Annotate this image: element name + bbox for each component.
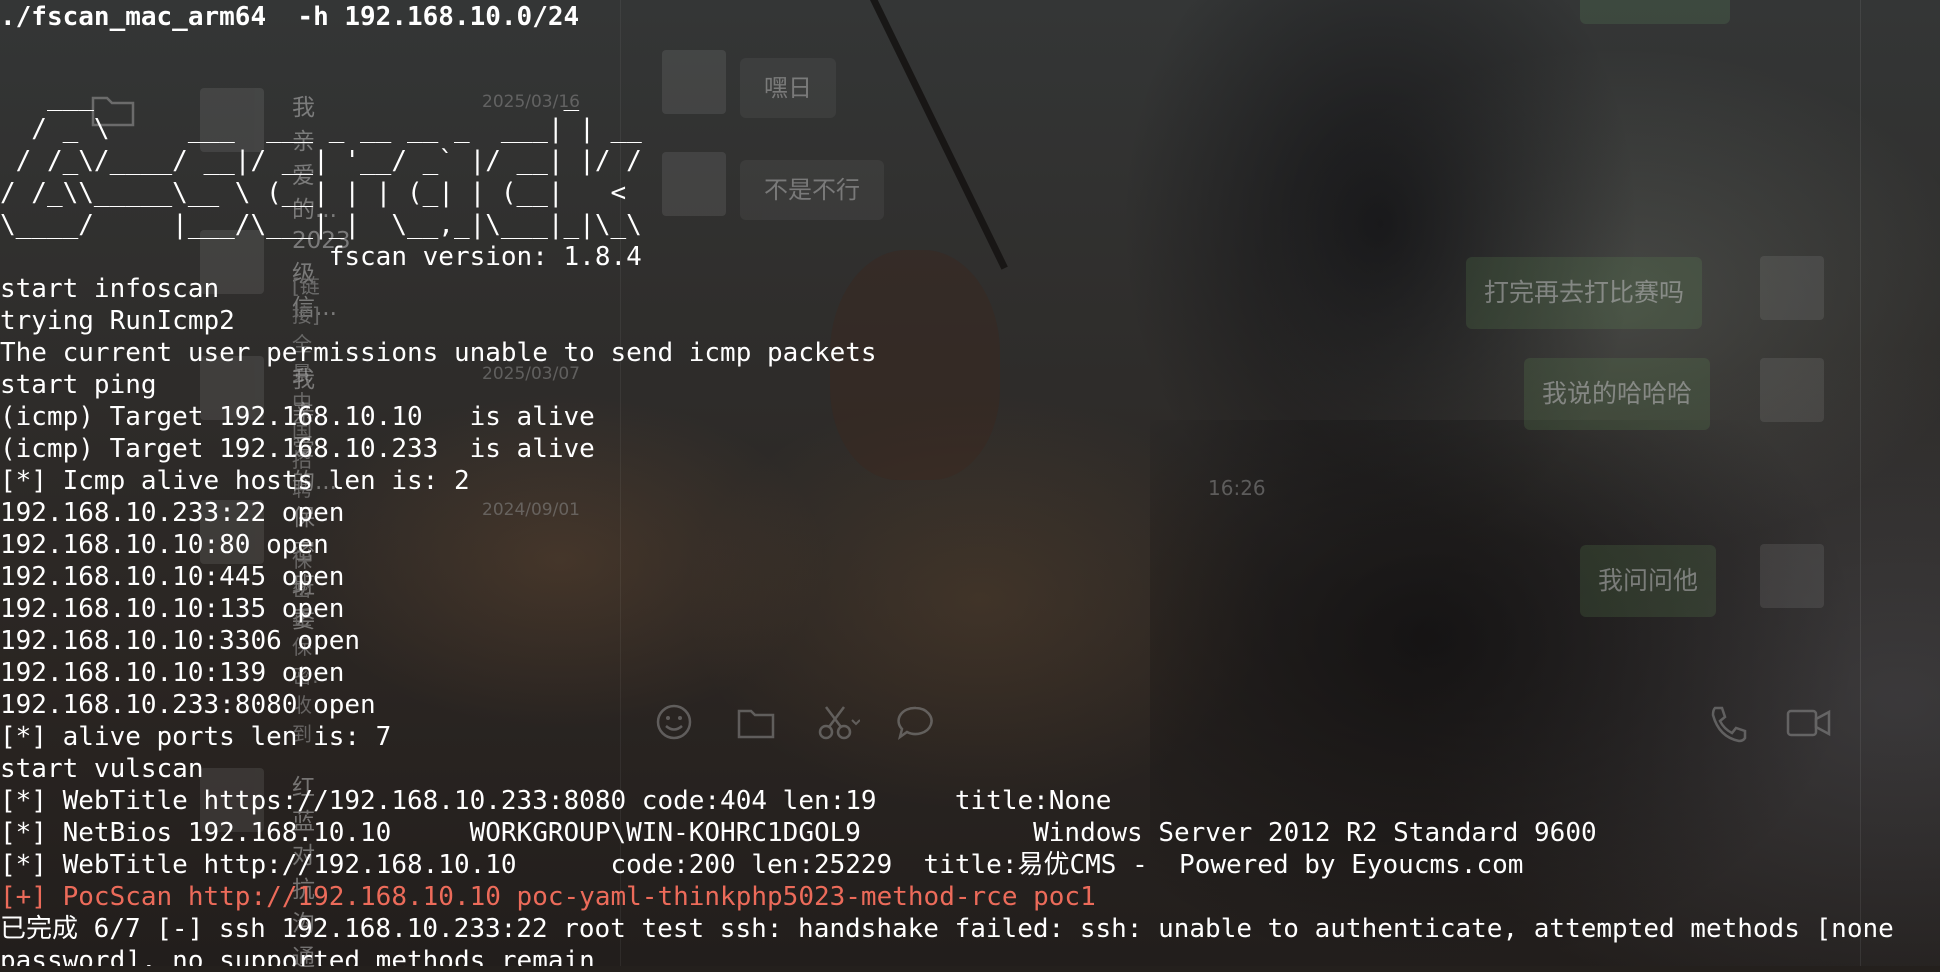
ascii-banner-line: / _ \ ___ ___ _ __ __ _ ___| | __ [0, 114, 658, 144]
ascii-banner-line: \____/ |___/\___|_| \__,_|\___|_|\_\ [0, 210, 689, 240]
vulnerability-found-line: [+] PocScan http://192.168.10.10 poc-yam… [0, 882, 1096, 912]
output-line: 192.168.10.10:139 open [0, 658, 345, 688]
output-line: [*] NetBios 192.168.10.10 WORKGROUP\WIN-… [0, 818, 1597, 848]
output-line: 192.168.10.10:80 open [0, 530, 329, 560]
output-line: 192.168.10.233:22 open [0, 498, 345, 528]
output-line: The current user permissions unable to s… [0, 338, 877, 368]
output-line: 已完成 6/7 [-] ssh 192.168.10.233:22 root t… [0, 914, 1894, 944]
output-line: (icmp) Target 192.168.10.10 is alive [0, 402, 595, 432]
output-line: 192.168.10.10:135 open [0, 594, 345, 624]
output-line: start vulscan [0, 754, 204, 784]
output-line: password], no supported methods remain [0, 946, 595, 966]
output-line: (icmp) Target 192.168.10.233 is alive [0, 434, 595, 464]
output-line: start infoscan [0, 274, 220, 304]
version-line: fscan version: 1.8.4 [0, 242, 642, 272]
ascii-banner-line: ___ _ [0, 82, 642, 112]
ascii-banner-line: / /_\/____/ __|/ __| '__/ _` |/ __| |/ / [0, 146, 642, 176]
output-line: 192.168.10.233:8080 open [0, 690, 376, 720]
output-line: [*] alive ports len is: 7 [0, 722, 392, 752]
output-line: [*] WebTitle http://192.168.10.10 code:2… [0, 850, 1524, 880]
terminal-output[interactable]: ./fscan_mac_arm64 -h 192.168.10.0/24 ___… [0, 0, 1940, 966]
output-line: start ping [0, 370, 157, 400]
ascii-banner-line: / /_\\_____\__ \ (__| | | (_| | (__| < [0, 178, 689, 208]
output-line: 192.168.10.10:3306 open [0, 626, 361, 656]
output-line: trying RunIcmp2 [0, 306, 235, 336]
output-line: 192.168.10.10:445 open [0, 562, 345, 592]
command-line: ./fscan_mac_arm64 -h 192.168.10.0/24 [0, 2, 580, 32]
output-line: [*] WebTitle https://192.168.10.233:8080… [0, 786, 1112, 816]
output-line: [*] Icmp alive hosts len is: 2 [0, 466, 470, 496]
